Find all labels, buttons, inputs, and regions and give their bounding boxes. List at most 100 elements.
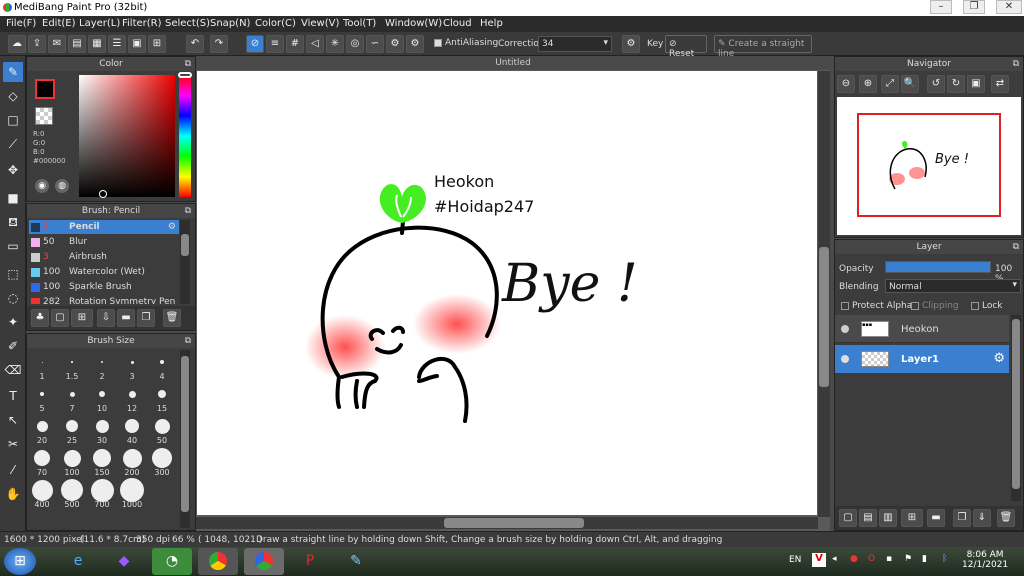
- brush-size-cell[interactable]: 10: [87, 382, 117, 414]
- opacity-slider[interactable]: [885, 261, 991, 273]
- zoom-in-icon[interactable]: ⊕: [859, 75, 877, 93]
- text-tool-icon[interactable]: T: [3, 386, 23, 406]
- menu-select[interactable]: Select(S): [165, 18, 210, 29]
- brush-size-cell[interactable]: 300: [147, 446, 177, 478]
- menu-snap[interactable]: Snap(N): [210, 18, 250, 29]
- visual-studio-icon[interactable]: ◆: [104, 548, 144, 575]
- select-pen-tool-icon[interactable]: ✐: [3, 336, 23, 356]
- gear-icon[interactable]: ⚙: [993, 351, 1005, 366]
- tray-signal-icon[interactable]: ▮: [922, 554, 927, 564]
- menu-view[interactable]: View(V): [301, 18, 339, 29]
- tray-flag-icon[interactable]: ⚑: [904, 554, 912, 564]
- zoom-minus-icon[interactable]: 🔍: [901, 75, 919, 93]
- brush-item-pencil[interactable]: 7 Pencil ⚙: [29, 220, 179, 234]
- menu-cloud[interactable]: Cloud: [443, 18, 472, 29]
- reset-button[interactable]: ⊘ Reset: [665, 35, 707, 59]
- detach-icon[interactable]: ⧉: [185, 334, 191, 348]
- brush-item-airbrush[interactable]: 3 Airbrush: [29, 250, 177, 264]
- snap-radial-icon[interactable]: ✳: [326, 35, 344, 53]
- close-button[interactable]: ✕: [996, 0, 1022, 14]
- zoom-out-icon[interactable]: ⊖: [837, 75, 855, 93]
- brush-size-cell[interactable]: 1.5: [57, 350, 87, 382]
- medibang-icon[interactable]: [244, 548, 284, 575]
- chrome-icon[interactable]: [198, 548, 238, 575]
- add-menu-icon[interactable]: ⊞: [71, 309, 93, 327]
- undo-icon[interactable]: ↶: [186, 35, 204, 53]
- gradient-tool-icon[interactable]: ▭: [3, 236, 23, 256]
- new-file-icon[interactable]: ▤: [68, 35, 86, 53]
- snap-parallel-icon[interactable]: ≡: [266, 35, 284, 53]
- brush-size-cell[interactable]: 1000: [117, 478, 147, 510]
- maximize-button[interactable]: ❐: [963, 0, 985, 14]
- snap-vanish-icon[interactable]: ◁: [306, 35, 324, 53]
- brush-item-blur[interactable]: 50 Blur: [29, 235, 177, 249]
- select-tool-icon[interactable]: ⬚: [3, 264, 23, 284]
- new-brush-icon[interactable]: ▢: [51, 309, 69, 327]
- scrollbar-thumb[interactable]: [1012, 319, 1020, 489]
- menu-filter[interactable]: Filter(R): [122, 18, 162, 29]
- canvas-horizontal-scrollbar[interactable]: [196, 517, 818, 529]
- primary-color-swatch[interactable]: [35, 79, 55, 99]
- brush-size-cell[interactable]: 50: [147, 414, 177, 446]
- download-icon[interactable]: ⇩: [97, 309, 115, 327]
- fill-rect-tool-icon[interactable]: ■: [3, 188, 23, 208]
- add-layer-menu-icon[interactable]: ⊞: [901, 509, 923, 527]
- transparent-swatch[interactable]: [35, 107, 53, 125]
- scrollbar-thumb[interactable]: [444, 518, 584, 528]
- minimize-button[interactable]: –: [930, 0, 952, 14]
- redo-icon[interactable]: ↷: [210, 35, 228, 53]
- scrollbar-thumb[interactable]: [181, 234, 189, 256]
- duplicate-layer-icon[interactable]: ❐: [953, 509, 971, 527]
- app-green-icon[interactable]: ◔: [152, 548, 192, 575]
- dot-pen-tool-icon[interactable]: ⟋: [3, 134, 23, 154]
- navigator-preview[interactable]: Bye !: [837, 97, 1021, 235]
- blending-select[interactable]: Normal ▾: [885, 279, 1021, 293]
- detach-icon[interactable]: ⧉: [1013, 57, 1019, 71]
- brush-size-scrollbar[interactable]: [180, 350, 190, 528]
- scrollbar-thumb[interactable]: [819, 247, 829, 387]
- color-picker-cursor[interactable]: [99, 190, 107, 198]
- start-button[interactable]: ⊞: [4, 548, 36, 575]
- brush-size-cell[interactable]: 4: [147, 350, 177, 382]
- new-halftone-layer-icon[interactable]: ▤: [859, 509, 877, 527]
- brush-size-cell[interactable]: 7: [57, 382, 87, 414]
- fit-icon[interactable]: ⤢: [881, 75, 899, 93]
- add-brush-icon[interactable]: ♣: [31, 309, 49, 327]
- new-1bit-layer-icon[interactable]: ▥: [879, 509, 897, 527]
- brush-size-cell[interactable]: 20: [27, 414, 57, 446]
- brush-size-cell[interactable]: 2: [87, 350, 117, 382]
- merge-down-icon[interactable]: ⇓: [973, 509, 991, 527]
- brush-list-scrollbar[interactable]: [180, 220, 190, 304]
- rotate-reset-icon[interactable]: ▣: [967, 75, 985, 93]
- tray-app-icon[interactable]: V: [812, 553, 826, 567]
- eraser-tool-icon[interactable]: ◇: [3, 86, 23, 106]
- correction-select[interactable]: 34 ▾: [538, 36, 612, 52]
- brush-size-cell[interactable]: 400: [27, 478, 57, 510]
- menu-window[interactable]: Window(W): [385, 18, 442, 29]
- palette-icon[interactable]: ◉: [35, 179, 49, 193]
- operation-tool-icon[interactable]: ↖: [3, 410, 23, 430]
- document-icon[interactable]: ▦: [88, 35, 106, 53]
- trash-icon[interactable]: 🗑: [163, 309, 181, 327]
- brush-item-rotation-symmetry[interactable]: 282 Rotation Symmetry Pen: [29, 295, 177, 304]
- cloud-icon[interactable]: ☁: [8, 35, 26, 53]
- straight-line-button[interactable]: ✎ Create a straight line: [714, 35, 812, 59]
- tray-network-icon[interactable]: ▪: [886, 554, 892, 564]
- language-indicator[interactable]: EN: [789, 555, 801, 565]
- brush-tool-icon[interactable]: ✎: [3, 62, 23, 82]
- drawing-canvas[interactable]: Heokon #Hoidap247 Bye !: [197, 71, 817, 515]
- rotate-right-icon[interactable]: ↻: [947, 75, 965, 93]
- menu-layer[interactable]: Layer(L): [79, 18, 120, 29]
- menu-color[interactable]: Color(C): [255, 18, 296, 29]
- brush-size-cell[interactable]: 15: [147, 382, 177, 414]
- document-tab[interactable]: Untitled: [196, 56, 830, 70]
- magic-wand-tool-icon[interactable]: ✦: [3, 312, 23, 332]
- scrollbar-thumb[interactable]: [181, 356, 189, 512]
- brush-size-cell[interactable]: 200: [117, 446, 147, 478]
- detach-icon[interactable]: ⧉: [185, 57, 191, 71]
- flip-icon[interactable]: ⇄: [991, 75, 1009, 93]
- paint-icon[interactable]: ✎: [336, 548, 376, 575]
- eye-icon[interactable]: [841, 355, 849, 363]
- menu-edit[interactable]: Edit(E): [42, 18, 76, 29]
- brush-size-cell[interactable]: 1: [27, 350, 57, 382]
